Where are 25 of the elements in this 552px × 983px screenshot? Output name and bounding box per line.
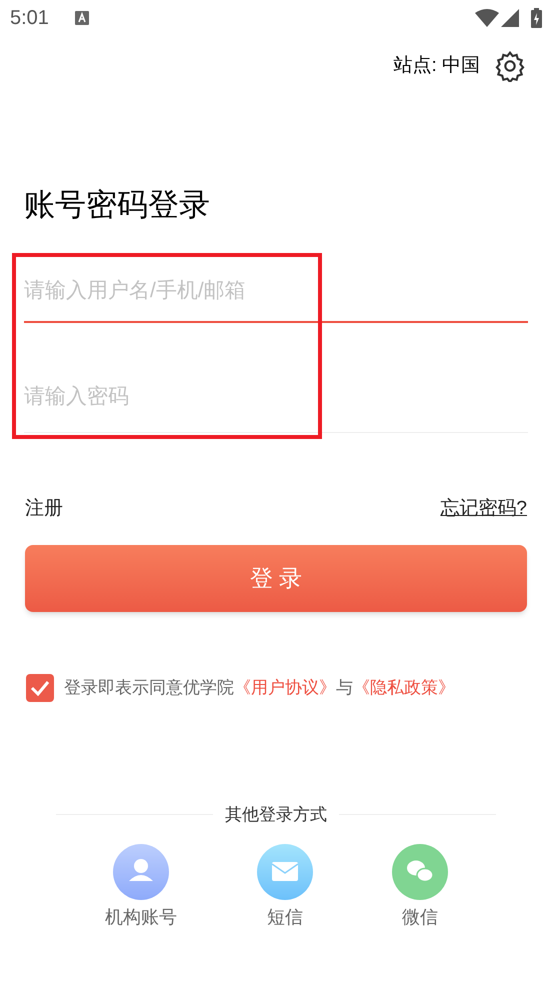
keyboard-icon [74,11,89,25]
site-label[interactable]: 站点: 中国 [393,52,480,80]
method-label: 短信 [267,906,303,928]
method-label: 微信 [402,906,438,928]
agreement-text: 登录即表示同意优学院 [64,678,234,698]
login-button[interactable]: 登 录 [25,545,527,612]
method-label: 机构账号 [105,906,177,928]
section-heading: 其他登录方式 [224,804,328,826]
check-icon [30,680,50,696]
login-method[interactable]: 短信 [240,844,330,930]
status-time: 5:01 [10,6,49,31]
agreement-link[interactable]: 《用户协议》 [234,678,336,698]
wifi-icon [475,9,499,27]
settings-icon[interactable] [494,50,526,82]
login-method[interactable]: 微信 [375,844,465,930]
input-field[interactable]: 请输入用户名/手机/邮箱 [24,256,528,322]
agreement-link[interactable]: 《隐私政策》 [353,678,455,698]
page-title: 账号密码登录 [24,186,211,224]
register-link[interactable]: 注册 [25,494,63,523]
signal-icon [501,9,519,27]
login-method[interactable]: 机构账号 [96,844,186,930]
forgot-password-link[interactable]: 忘记密码? [440,494,527,523]
battery-icon [531,8,542,28]
agreement-text: 与 [336,678,353,698]
agreement-checkbox[interactable] [26,674,54,702]
